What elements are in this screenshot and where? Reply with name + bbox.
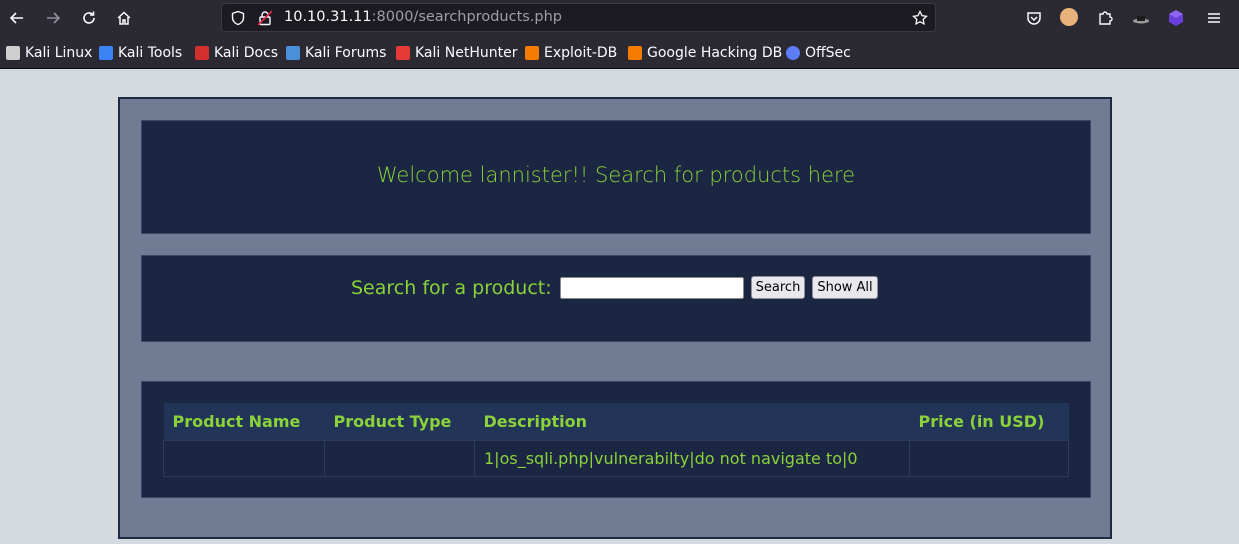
- products-table: Product Name Product Type Description Pr…: [163, 403, 1069, 477]
- bookmark-kali-linux[interactable]: Kali Linux: [6, 44, 92, 62]
- search-form: Search for a product: Search Show All: [351, 276, 878, 299]
- url-text: 10.10.31.11:8000/searchproducts.php: [284, 9, 562, 25]
- bookmark-label: Kali Tools: [118, 45, 183, 61]
- bookmark-label: Kali Linux: [25, 45, 93, 61]
- bookmark-star-icon[interactable]: [912, 10, 928, 26]
- back-arrow-icon: [9, 12, 23, 24]
- bookmark-label: Google Hacking DB: [647, 45, 783, 61]
- reload-button[interactable]: [77, 6, 101, 30]
- welcome-heading: Welcome lannister!! Search for products …: [376, 163, 856, 187]
- forward-arrow-icon: [47, 12, 61, 24]
- nethunter-icon: [396, 46, 410, 60]
- column-header-product-type: Product Type: [324, 403, 475, 441]
- hat-extension-icon[interactable]: [1131, 8, 1151, 28]
- bookmark-kali-docs[interactable]: Kali Docs: [195, 44, 278, 62]
- bookmark-google-hacking-db[interactable]: Google Hacking DB: [628, 44, 782, 62]
- purple-cube-extension-icon[interactable]: [1166, 8, 1186, 28]
- bookmark-exploit-db[interactable]: Exploit-DB: [525, 44, 617, 62]
- offsec-icon: [786, 46, 800, 60]
- bookmark-label: Kali NetHunter: [415, 45, 518, 61]
- profile-avatar-icon[interactable]: [1060, 8, 1078, 26]
- home-icon: [117, 11, 131, 25]
- pocket-icon[interactable]: [1024, 8, 1044, 28]
- cell-product-name: [163, 440, 325, 477]
- kali-forums-icon: [286, 46, 300, 60]
- welcome-panel: Welcome lannister!! Search for products …: [141, 120, 1091, 234]
- forward-button[interactable]: [41, 6, 65, 30]
- bookmark-label: Kali Forums: [305, 45, 387, 61]
- page-container: Welcome lannister!! Search for products …: [118, 97, 1112, 539]
- search-panel: Search for a product: Search Show All: [141, 255, 1091, 342]
- url-host: 10.10.31.11: [284, 9, 372, 25]
- search-input[interactable]: [559, 276, 744, 299]
- search-label: Search for a product:: [351, 276, 552, 299]
- search-button[interactable]: Search: [750, 276, 806, 299]
- kali-docs-icon: [195, 46, 209, 60]
- cell-product-type: [324, 440, 475, 477]
- kali-tools-icon: [99, 46, 113, 60]
- table-row: 1|os_sqli.php|vulnerabilty|do not naviga…: [163, 440, 1069, 477]
- bookmark-kali-forums[interactable]: Kali Forums: [286, 44, 386, 62]
- cell-description: 1|os_sqli.php|vulnerabilty|do not naviga…: [474, 440, 910, 477]
- url-bar[interactable]: 10.10.31.11:8000/searchproducts.php: [221, 3, 936, 32]
- reload-icon: [83, 11, 95, 24]
- show-all-button[interactable]: Show All: [812, 276, 878, 299]
- home-button[interactable]: [112, 6, 136, 30]
- extensions-puzzle-icon[interactable]: [1095, 8, 1115, 28]
- bookmark-label: Kali Docs: [214, 45, 279, 61]
- menu-hamburger-icon[interactable]: [1204, 8, 1224, 28]
- bookmark-kali-tools[interactable]: Kali Tools: [99, 44, 182, 62]
- bookmark-offsec[interactable]: OffSec: [786, 44, 851, 62]
- back-button[interactable]: [5, 6, 29, 30]
- bookmarks-bar: Kali Linux Kali Tools Kali Docs Kali For…: [0, 36, 1239, 69]
- bookmark-label: Exploit-DB: [544, 45, 618, 61]
- bookmark-kali-nethunter[interactable]: Kali NetHunter: [396, 44, 517, 62]
- column-header-price: Price (in USD): [909, 403, 1069, 441]
- browser-toolbar: 10.10.31.11:8000/searchproducts.php: [0, 0, 1239, 36]
- exploit-db-icon: [525, 46, 539, 60]
- url-path: :8000/searchproducts.php: [371, 9, 563, 25]
- shield-icon: [231, 10, 245, 26]
- table-header-row: Product Name Product Type Description Pr…: [163, 403, 1069, 441]
- bookmark-label: OffSec: [805, 45, 851, 61]
- insecure-lock-icon: [257, 10, 273, 26]
- kali-dragon-icon: [6, 46, 20, 60]
- ghdb-icon: [628, 46, 642, 60]
- results-panel: Product Name Product Type Description Pr…: [141, 381, 1091, 498]
- column-header-description: Description: [474, 403, 910, 441]
- cell-price: [909, 440, 1069, 477]
- column-header-product-name: Product Name: [163, 403, 325, 441]
